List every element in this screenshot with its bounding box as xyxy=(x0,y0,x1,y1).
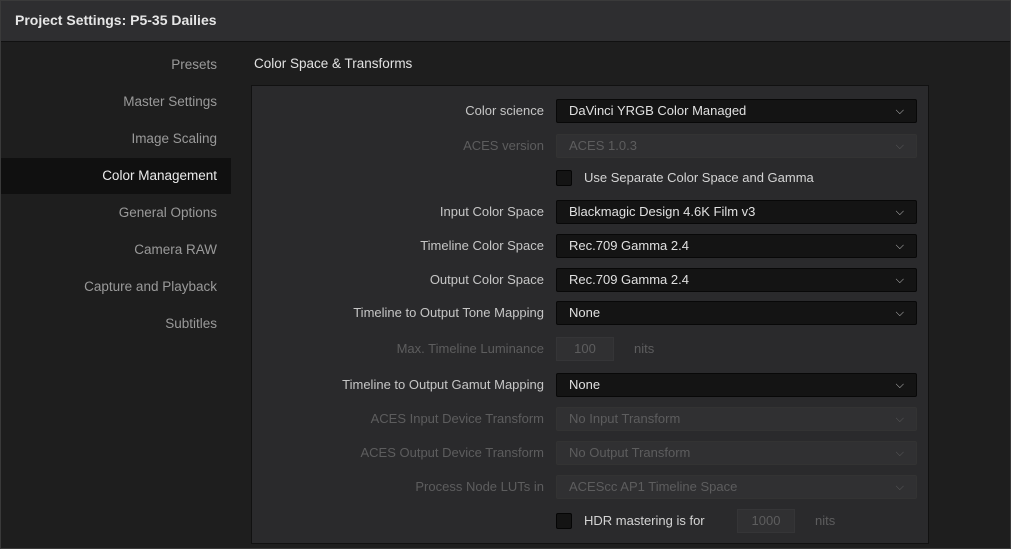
color-science-value: DaVinci YRGB Color Managed xyxy=(569,103,747,118)
chevron-down-icon: ⌵ xyxy=(895,379,904,391)
tone-mapping-value: None xyxy=(569,305,601,320)
aces-version-value: ACES 1.0.3 xyxy=(569,138,637,153)
aces-input-transform-label: ACES Input Device Transform xyxy=(370,411,544,426)
sidebar-item-presets[interactable]: Presets xyxy=(1,47,231,83)
separate-color-gamma-checkbox[interactable] xyxy=(556,170,572,186)
chevron-down-icon: ⌵ xyxy=(895,105,904,117)
chevron-down-icon: ⌵ xyxy=(895,307,904,319)
gamut-mapping-dropdown[interactable]: None ⌵ xyxy=(556,373,917,397)
row-timeline-color-space: Timeline Color Space Rec.709 Gamma 2.4 ⌵ xyxy=(252,233,930,259)
aces-input-transform-value: No Input Transform xyxy=(569,411,681,426)
timeline-color-space-value: Rec.709 Gamma 2.4 xyxy=(569,238,689,253)
color-science-dropdown[interactable]: DaVinci YRGB Color Managed ⌵ xyxy=(556,99,917,123)
output-color-space-label: Output Color Space xyxy=(429,272,544,287)
input-color-space-value: Blackmagic Design 4.6K Film v3 xyxy=(569,204,756,219)
row-input-color-space: Input Color Space Blackmagic Design 4.6K… xyxy=(252,199,930,225)
process-node-luts-dropdown[interactable]: ACEScc AP1 Timeline Space ⌵ xyxy=(556,475,917,499)
timeline-color-space-dropdown[interactable]: Rec.709 Gamma 2.4 ⌵ xyxy=(556,234,917,258)
chevron-down-icon: ⌵ xyxy=(895,274,904,286)
output-color-space-dropdown[interactable]: Rec.709 Gamma 2.4 ⌵ xyxy=(556,268,917,292)
sidebar-item-image-scaling[interactable]: Image Scaling xyxy=(1,121,231,157)
chevron-down-icon: ⌵ xyxy=(895,240,904,252)
row-tone-mapping: Timeline to Output Tone Mapping None ⌵ xyxy=(252,300,930,326)
process-node-luts-value: ACEScc AP1 Timeline Space xyxy=(569,479,738,494)
chevron-down-icon: ⌵ xyxy=(895,447,904,459)
aces-version-label: ACES version xyxy=(463,138,544,153)
chevron-down-icon: ⌵ xyxy=(895,481,904,493)
max-luminance-label: Max. Timeline Luminance xyxy=(396,341,544,356)
row-separate-color-gamma: Use Separate Color Space and Gamma xyxy=(252,165,930,191)
process-node-luts-label: Process Node LUTs in xyxy=(415,479,544,494)
row-aces-version: ACES version ACES 1.0.3 ⌵ xyxy=(252,133,930,159)
sidebar-item-general-options[interactable]: General Options xyxy=(1,195,231,231)
chevron-down-icon: ⌵ xyxy=(895,413,904,425)
hdr-mastering-checkbox[interactable] xyxy=(556,513,572,529)
sidebar-item-camera-raw[interactable]: Camera RAW xyxy=(1,232,231,268)
row-gamut-mapping: Timeline to Output Gamut Mapping None ⌵ xyxy=(252,372,930,398)
tone-mapping-label: Timeline to Output Tone Mapping xyxy=(353,305,544,320)
sidebar-item-subtitles[interactable]: Subtitles xyxy=(1,306,231,342)
input-color-space-label: Input Color Space xyxy=(439,204,544,219)
aces-output-transform-label: ACES Output Device Transform xyxy=(360,445,544,460)
tone-mapping-dropdown[interactable]: None ⌵ xyxy=(556,301,917,325)
sidebar-item-master-settings[interactable]: Master Settings xyxy=(1,84,231,120)
row-hdr-mastering: HDR mastering is for 1000 nits xyxy=(252,508,930,534)
hdr-mastering-label[interactable]: HDR mastering is for xyxy=(584,508,705,534)
row-aces-input-transform: ACES Input Device Transform No Input Tra… xyxy=(252,406,930,432)
max-luminance-unit: nits xyxy=(634,341,655,356)
timeline-color-space-label: Timeline Color Space xyxy=(420,238,544,253)
project-settings-window: Project Settings: P5-35 Dailies Presets … xyxy=(0,0,1011,549)
input-color-space-dropdown[interactable]: Blackmagic Design 4.6K Film v3 ⌵ xyxy=(556,200,917,224)
chevron-down-icon: ⌵ xyxy=(895,140,904,152)
separate-color-gamma-label[interactable]: Use Separate Color Space and Gamma xyxy=(584,165,814,191)
aces-output-transform-dropdown[interactable]: No Output Transform ⌵ xyxy=(556,441,917,465)
section-title: Color Space & Transforms xyxy=(254,56,413,71)
row-output-color-space: Output Color Space Rec.709 Gamma 2.4 ⌵ xyxy=(252,267,930,293)
settings-sidebar: Presets Master Settings Image Scaling Co… xyxy=(1,42,231,548)
sidebar-item-capture-and-playback[interactable]: Capture and Playback xyxy=(1,269,231,305)
title-bar[interactable]: Project Settings: P5-35 Dailies xyxy=(1,1,1010,42)
row-max-luminance: Max. Timeline Luminance 100 nits xyxy=(252,336,930,362)
chevron-down-icon: ⌵ xyxy=(895,206,904,218)
hdr-mastering-unit: nits xyxy=(815,513,836,528)
sidebar-item-color-management[interactable]: Color Management xyxy=(1,158,231,194)
row-aces-output-transform: ACES Output Device Transform No Output T… xyxy=(252,440,930,466)
aces-output-transform-value: No Output Transform xyxy=(569,445,691,460)
window-title: Project Settings: P5-35 Dailies xyxy=(15,12,217,28)
aces-version-dropdown[interactable]: ACES 1.0.3 ⌵ xyxy=(556,134,917,158)
aces-input-transform-dropdown[interactable]: No Input Transform ⌵ xyxy=(556,407,917,431)
gamut-mapping-value: None xyxy=(569,377,601,392)
hdr-mastering-input[interactable]: 1000 xyxy=(737,509,795,533)
gamut-mapping-label: Timeline to Output Gamut Mapping xyxy=(342,377,544,392)
color-space-transforms-panel: Color science DaVinci YRGB Color Managed… xyxy=(251,85,929,544)
output-color-space-value: Rec.709 Gamma 2.4 xyxy=(569,272,689,287)
row-process-node-luts: Process Node LUTs in ACEScc AP1 Timeline… xyxy=(252,474,930,500)
row-color-science: Color science DaVinci YRGB Color Managed… xyxy=(252,98,930,124)
max-luminance-input[interactable]: 100 xyxy=(556,337,614,361)
color-science-label: Color science xyxy=(465,103,544,118)
